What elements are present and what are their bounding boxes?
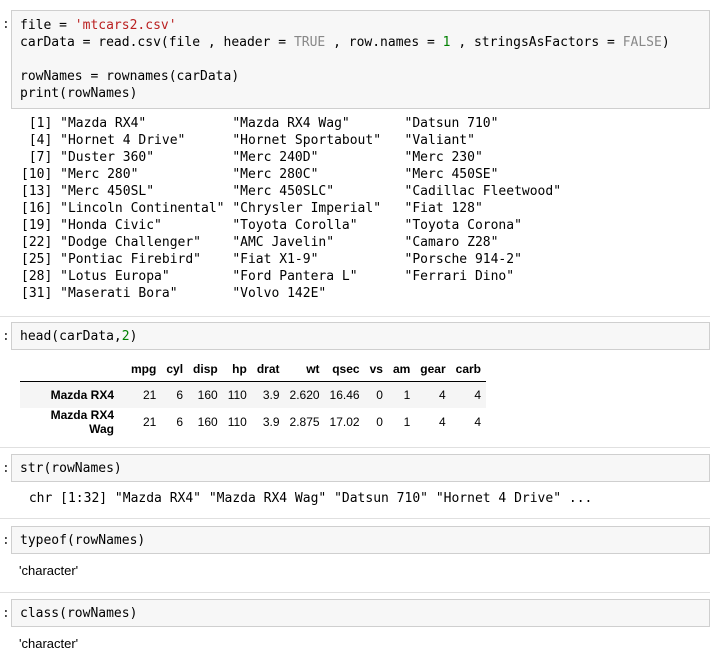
table-header-row: mpg cyl disp hp drat wt qsec vs am gear … bbox=[20, 356, 486, 382]
table-cell: 2.620 bbox=[289, 388, 320, 402]
cell-separator bbox=[0, 316, 710, 317]
column-header: disp bbox=[188, 356, 223, 382]
table-cell: 1 bbox=[403, 415, 411, 429]
table-cell: 6 bbox=[176, 415, 184, 429]
column-header: hp bbox=[222, 356, 252, 382]
code-input-cell[interactable]: str(rowNames) bbox=[11, 454, 710, 482]
column-header: mpg bbox=[126, 356, 162, 382]
cell-prompt: : bbox=[2, 461, 10, 476]
table-cell: 1 bbox=[403, 388, 411, 402]
cell-prompt: : bbox=[2, 17, 10, 32]
table-row: Mazda RX4 Wag 21 6 160 110 3.9 2.875 17.… bbox=[20, 408, 486, 436]
column-header: qsec bbox=[324, 356, 365, 382]
code-editor[interactable]: typeof(rowNames) bbox=[20, 532, 145, 549]
row-name: Mazda RX4 bbox=[50, 388, 114, 402]
column-header: drat bbox=[251, 356, 285, 382]
code-editor[interactable]: head(carData,2) bbox=[20, 328, 137, 345]
table-cell: 2.875 bbox=[289, 415, 320, 429]
code-input-cell[interactable]: file = 'mtcars2.csv' carData = read.csv(… bbox=[11, 10, 710, 109]
table-cell: 4 bbox=[474, 388, 481, 402]
column-header: carb bbox=[450, 356, 486, 382]
str-output: chr [1:32] "Mazda RX4" "Mazda RX4 Wag" "… bbox=[21, 491, 593, 506]
cell-prompt: : bbox=[2, 606, 10, 621]
table-cell: 6 bbox=[176, 388, 184, 402]
cell-separator bbox=[0, 447, 710, 448]
table-cell: 0 bbox=[376, 415, 383, 429]
dataframe-table: mpg cyl disp hp drat wt qsec vs am gear … bbox=[20, 356, 486, 436]
column-header: gear bbox=[415, 356, 451, 382]
code-editor[interactable]: class(rowNames) bbox=[20, 605, 137, 622]
code-editor[interactable]: str(rowNames) bbox=[20, 460, 122, 477]
table-cell: 3.9 bbox=[262, 388, 280, 402]
table-cell: 110 bbox=[227, 388, 247, 402]
cell-prompt: : bbox=[2, 329, 10, 344]
code-input-cell[interactable]: typeof(rowNames) bbox=[11, 526, 710, 554]
code-input-cell[interactable]: head(carData,2) bbox=[11, 322, 710, 350]
table-row: Mazda RX4 21 6 160 110 3.9 2.620 16.46 0… bbox=[20, 381, 486, 408]
table-cell: 160 bbox=[197, 415, 218, 429]
table-cell: 17.02 bbox=[329, 415, 360, 429]
table-cell: 4 bbox=[474, 415, 481, 429]
table-cell: 16.46 bbox=[329, 388, 360, 402]
column-header: cyl bbox=[161, 356, 189, 382]
table-cell: 160 bbox=[197, 388, 218, 402]
code-editor[interactable]: file = 'mtcars2.csv' carData = read.csv(… bbox=[20, 17, 670, 102]
table-cell: 4 bbox=[438, 415, 446, 429]
column-header: am bbox=[387, 356, 416, 382]
typeof-output: 'character' bbox=[19, 563, 79, 578]
column-header: vs bbox=[364, 356, 388, 382]
class-output: 'character' bbox=[19, 636, 79, 651]
table-cell: 110 bbox=[227, 415, 247, 429]
table-cell: 21 bbox=[142, 388, 157, 402]
print-output: [1] "Mazda RX4" "Mazda RX4 Wag" "Datsun … bbox=[21, 116, 562, 301]
table-cell: 3.9 bbox=[262, 415, 280, 429]
table-cell: 4 bbox=[438, 388, 446, 402]
table-cell: 0 bbox=[376, 388, 383, 402]
column-header: wt bbox=[284, 356, 325, 382]
cell-separator bbox=[0, 592, 710, 593]
row-name: Mazda RX4 Wag bbox=[50, 408, 114, 436]
cell-prompt: : bbox=[2, 533, 10, 548]
table-cell: 21 bbox=[142, 415, 157, 429]
row-index-header bbox=[20, 356, 126, 382]
code-input-cell[interactable]: class(rowNames) bbox=[11, 599, 710, 627]
cell-separator bbox=[0, 518, 710, 519]
